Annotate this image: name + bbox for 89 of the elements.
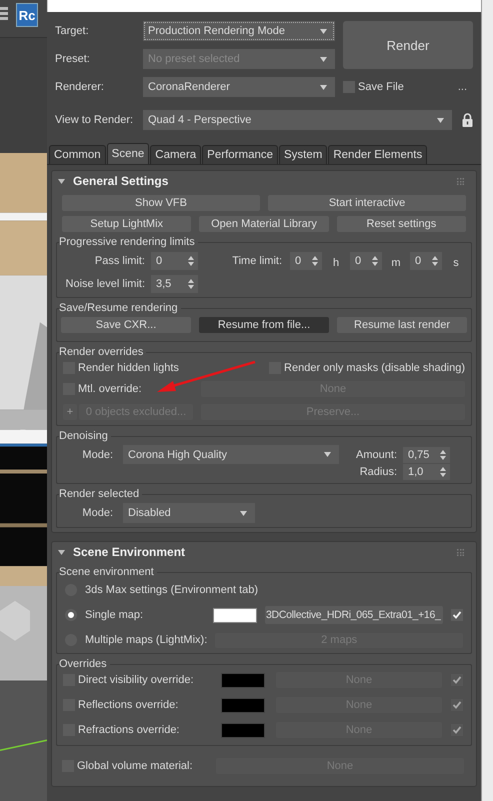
group-title: Save/Resume rendering	[59, 301, 181, 315]
spinner-field[interactable]: 0	[151, 252, 198, 270]
checkbox[interactable]	[451, 724, 464, 736]
lock-icon[interactable]	[462, 113, 473, 127]
radio-label: Single map:	[85, 609, 144, 621]
tab[interactable]: System	[279, 145, 328, 164]
collapse-triangle-icon[interactable]	[58, 548, 65, 556]
radio-button[interactable]	[65, 609, 77, 621]
spinner-arrows-icon	[440, 450, 446, 460]
grip-icon[interactable]	[457, 178, 464, 184]
label: Target:	[55, 25, 90, 37]
color-swatch[interactable]	[221, 698, 265, 712]
label: Amount:	[356, 448, 397, 460]
dropdown[interactable]: Quad 4 - Perspective	[143, 110, 452, 130]
unit-label: h	[332, 256, 340, 268]
tab[interactable]: Performance	[202, 145, 278, 164]
rollout-title[interactable]: General Settings	[73, 174, 450, 188]
dropdown-arrow-icon	[240, 510, 247, 516]
checkbox-label: Save File	[358, 81, 404, 93]
spinner-field[interactable]: 1,0	[403, 464, 450, 480]
spinner-field[interactable]: 0,75	[403, 446, 450, 462]
unit-label: m	[390, 256, 402, 268]
add-button[interactable]: +	[63, 404, 77, 420]
button[interactable]: Open Material Library	[199, 216, 329, 232]
checkbox-label: Direct visibility override:	[78, 674, 195, 686]
tab[interactable]: Camera	[150, 145, 202, 164]
group-title: Denoising	[59, 429, 111, 443]
render-button[interactable]: Render	[343, 21, 473, 69]
dropdown-arrow-icon	[320, 28, 327, 34]
color-swatch[interactable]	[221, 672, 265, 688]
checkbox[interactable]	[451, 674, 464, 686]
spinner-arrows-icon	[440, 467, 446, 477]
spinner-field[interactable]: 0	[350, 252, 382, 270]
button[interactable]: Reset settings	[336, 216, 466, 232]
checkbox-label: Refractions override:	[78, 724, 180, 736]
collapse-triangle-icon[interactable]	[58, 178, 65, 184]
button[interactable]: Resume last render	[337, 317, 468, 333]
color-swatch[interactable]	[213, 608, 257, 622]
label: Mode:	[82, 507, 113, 519]
button[interactable]: Show VFB	[62, 195, 260, 211]
label: Mode:	[82, 448, 113, 460]
dropdown-arrow-icon	[324, 452, 331, 457]
rollout-title[interactable]: Scene Environment	[73, 545, 450, 559]
checkbox-label: Global volume material:	[77, 760, 194, 772]
tab[interactable]: Render Elements	[328, 145, 428, 164]
checkbox-label: Render hidden lights	[78, 362, 179, 374]
button[interactable]: Resume from file...	[199, 317, 330, 333]
button[interactable]: Setup LightMix	[62, 216, 192, 232]
label: View to Render:	[55, 114, 134, 126]
label: Radius:	[360, 466, 397, 478]
color-swatch[interactable]	[221, 722, 265, 738]
dropdown-arrow-icon	[320, 56, 327, 62]
spinner-arrows-icon	[188, 256, 194, 266]
label: Noise level limit:	[66, 278, 145, 290]
tab[interactable]: Scene	[106, 143, 150, 164]
tab[interactable]: Common	[49, 145, 106, 164]
label: Time limit:	[232, 255, 282, 267]
map-button[interactable]: 3DCollective_HDRi_065_Extra01_+16_	[265, 606, 444, 624]
spinner-field[interactable]: 3,5	[151, 275, 198, 293]
checkbox-label: Mtl. override:	[78, 383, 142, 395]
radio-label: Multiple maps (LightMix):	[85, 634, 208, 646]
grip-icon[interactable]	[457, 548, 464, 556]
spinner-arrows-icon	[188, 279, 194, 289]
dropdown[interactable]: Corona High Quality	[123, 445, 339, 464]
dropdown-arrow-icon	[437, 118, 444, 122]
spinner-arrows-icon	[372, 256, 378, 266]
label: Renderer:	[55, 81, 105, 93]
label: Pass limit:	[94, 255, 145, 267]
checkbox-label: Render only masks (disable shading)	[284, 362, 466, 374]
more-button[interactable]: ...	[458, 81, 473, 93]
checkbox-label: Reflections override:	[78, 699, 180, 711]
button[interactable]: Start interactive	[268, 195, 466, 211]
dropdown[interactable]: Disabled	[123, 503, 255, 523]
dropdown-arrow-icon	[320, 84, 327, 90]
spinner-field[interactable]: 0	[290, 252, 322, 270]
label: Preset:	[55, 53, 91, 65]
dropdown[interactable]: Production Rendering Mode	[143, 21, 335, 41]
unit-label: s	[452, 256, 460, 268]
spinner-arrows-icon	[432, 256, 438, 266]
radio-label: 3ds Max settings (Environment tab)	[85, 584, 258, 596]
button[interactable]: Save CXR...	[61, 317, 191, 333]
app-logo[interactable]: Rc	[16, 3, 38, 27]
checkbox[interactable]	[343, 81, 355, 93]
dropdown[interactable]: CoronaRenderer	[143, 77, 335, 97]
checkbox[interactable]	[451, 699, 464, 711]
checkbox[interactable]	[451, 609, 464, 621]
group-title: Progressive rendering limits	[59, 235, 198, 249]
spinner-field[interactable]: 0	[410, 252, 442, 270]
spinner-arrows-icon	[312, 256, 318, 266]
